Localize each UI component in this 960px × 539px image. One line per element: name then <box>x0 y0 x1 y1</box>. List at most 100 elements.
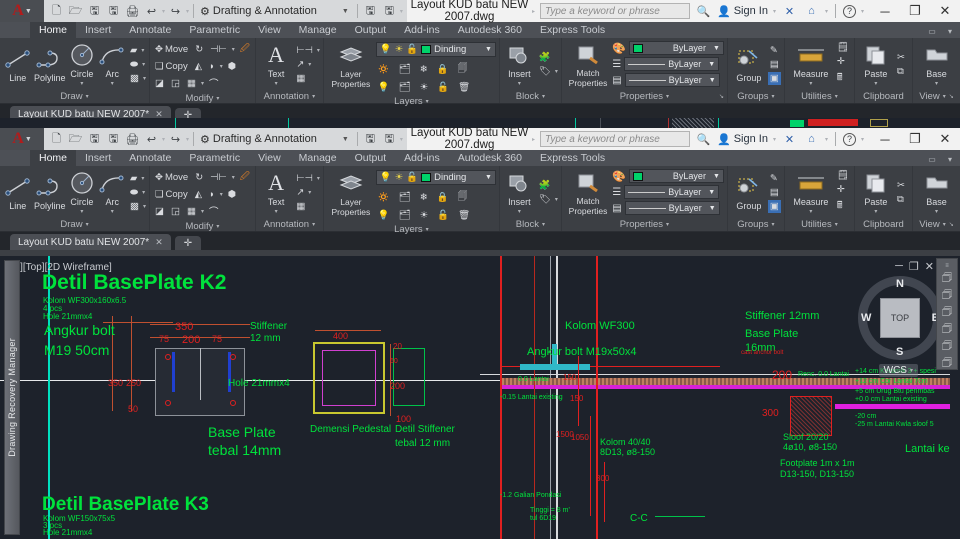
dimension-icon-front[interactable]: ⊢⊣ <box>294 172 315 185</box>
cad-dimension-14[interactable]: 350 <box>108 378 123 388</box>
sun-icon[interactable]: ☀ <box>395 44 404 55</box>
calculator-icon-front[interactable]: 🖩 <box>835 197 851 215</box>
circle-button-front[interactable]: Circle ▾ <box>67 170 96 215</box>
panel-annotation-title[interactable]: Annotation ▾ <box>256 90 323 103</box>
array-caret-icon[interactable]: ▾ <box>201 80 204 87</box>
scale-button-front[interactable]: ◲ <box>169 205 182 218</box>
view-cube-west-label[interactable]: W <box>861 312 871 324</box>
save-icon[interactable]: 🖫 <box>86 3 103 20</box>
match-properties-button-front[interactable]: Match Properties <box>565 169 611 216</box>
layer-color-swatch[interactable] <box>421 45 432 54</box>
ellipse-caret-icon[interactable]: ▾ <box>142 61 145 68</box>
lightbulb-icon-front[interactable]: 💡 <box>380 172 392 183</box>
circle-button[interactable]: Circle ▾ <box>67 42 96 87</box>
cad-label-27[interactable]: +0.0 cm Lantai existing <box>855 396 927 403</box>
base-caret-icon[interactable]: ▾ <box>935 80 938 87</box>
ribbon-minimize-icon-front[interactable]: ▭ <box>924 153 940 166</box>
search-dropdown-icon-front[interactable]: ▸ <box>532 136 535 143</box>
sign-in-button[interactable]: 👤 Sign In <box>717 5 768 18</box>
trim-caret-icon-front[interactable]: ▾ <box>232 174 235 181</box>
lineweight-selector[interactable]: ByLayer ▼ <box>624 73 720 87</box>
cad-label-4[interactable]: Angkur bolt <box>44 322 115 338</box>
redo-icon-front[interactable]: ↪ <box>167 131 184 148</box>
cad-label-25[interactable]: +12 cm Cor Lantai 7cm <box>855 378 928 385</box>
arc-button[interactable]: Arc ▾ <box>98 42 127 87</box>
view-cube-top-face[interactable]: TOP <box>880 298 920 338</box>
text-caret-icon-front[interactable]: ▾ <box>275 208 278 215</box>
chevron-down-icon-front[interactable]: ▼ <box>25 136 32 143</box>
layer-selector[interactable]: 💡 ☀ 🔓 Dinding ▼ <box>375 42 496 57</box>
leader-caret-icon[interactable]: ▾ <box>308 61 311 68</box>
copy-button[interactable]: ❏ Copy <box>153 60 190 73</box>
hatch-caret-icon-front[interactable]: ▾ <box>143 203 146 210</box>
layer-tools-row-1-front[interactable]: 🔅 🗂 ❄ 🔒 🗐 <box>376 188 496 206</box>
tab-output-front[interactable]: Output <box>346 150 396 166</box>
tab-autodesk-360[interactable]: Autodesk 360 <box>449 22 531 38</box>
layout-tab-front[interactable]: Layout KUD batu NEW 2007* ✕ <box>10 234 171 250</box>
layer-selector-front[interactable]: 💡 ☀ 🔓 Dinding ▼ <box>375 170 496 185</box>
viewport-window-controls[interactable]: ─ ❐ ✕ <box>895 260 934 273</box>
panel-groups-front[interactable]: Group ✎ ▤ ▣ Groups ▾ <box>728 166 785 231</box>
quick-select-icon-front[interactable]: 🗒 <box>835 169 851 182</box>
panel-draw[interactable]: Line Polyline Circle ▾ Arc ▾ ▰ ▾ ⬬ ▾ ▩ ▾… <box>0 38 150 103</box>
panel-view-title[interactable]: View ▾ ↘ <box>913 90 960 103</box>
floating-draworder-toolbar[interactable]: ≡ 🗇 🗇 🗇 🗇 🗇 🗇 <box>936 258 958 370</box>
text-to-front-icon[interactable]: 🗇 <box>939 339 955 353</box>
annotation-small-buttons[interactable]: ⊢⊣ ▾ ↗ ▾ ▦ <box>294 44 320 85</box>
utilities-small-buttons[interactable]: 🗒 ✛ 🖩 <box>835 41 851 87</box>
insert-caret-icon[interactable]: ▾ <box>518 80 521 87</box>
linetype-selector-front[interactable]: ByLayer ▼ <box>624 185 720 199</box>
utilities-panel-caret-icon-front[interactable]: ▾ <box>835 221 838 228</box>
panel-layers-front[interactable]: Layer Properties 💡 ☀ 🔓 Dinding ▼ 🔅 🗂 ❄ 🔒… <box>324 166 500 235</box>
group-edit-icon-front[interactable]: ▤ <box>768 186 781 199</box>
view-panel-caret-icon-front[interactable]: ▾ <box>943 221 946 228</box>
layer-on-icon-front[interactable]: 💡 <box>376 209 392 222</box>
new-layout-button-front[interactable]: ✛ <box>174 236 202 250</box>
exchange-apps-icon[interactable]: ✕ <box>781 3 798 20</box>
base-button[interactable]: Base ▾ <box>919 42 955 87</box>
autodesk-360-icon[interactable]: ⌂ <box>803 3 820 20</box>
linetype-caret-icon[interactable]: ▼ <box>708 61 715 68</box>
cut-icon[interactable]: ✂ <box>895 51 907 64</box>
cad-dimension-9[interactable]: 150 <box>563 373 576 382</box>
groups-small-buttons[interactable]: ✎ ▤ ▣ <box>767 44 781 85</box>
paste-button-front[interactable]: Paste ▾ <box>858 170 894 215</box>
copy-clip-icon[interactable]: ⧉ <box>895 65 907 78</box>
layer-dropdown-caret-icon[interactable]: ▼ <box>485 46 492 53</box>
create-block-icon-front[interactable]: 🧩 <box>537 179 558 192</box>
layer-lock-icon-front[interactable]: 🔒 <box>435 188 451 206</box>
title-bar-front[interactable]: A ▼ 🗋 🗁 🖫 🖫 🖨 ↩ ▾ ↪ ▾ ⚙ Drafting & Annotat… <box>0 127 960 151</box>
group-edit-icon[interactable]: ▤ <box>768 58 781 71</box>
cut-icon-front[interactable]: ✂ <box>895 179 907 192</box>
mirror-button[interactable]: ◭ <box>193 60 204 73</box>
open-icon-front[interactable]: 🗁 <box>67 131 84 148</box>
cad-label-17[interactable]: Hole 21mmx4 <box>43 528 92 537</box>
group-selection-toggle-icon-front[interactable]: ▣ <box>767 199 781 213</box>
cad-label-40[interactable]: tul 6D19 <box>530 515 556 522</box>
unlock-icon-front[interactable]: 🔓 <box>406 172 418 183</box>
edit-attribute-icon-front[interactable]: 🏷 <box>537 193 553 206</box>
hatch-icon-front[interactable]: ▩ <box>128 200 141 213</box>
search-icon-front[interactable]: 🔍 <box>695 131 712 148</box>
tab-manage-front[interactable]: Manage <box>290 150 346 166</box>
layer-freeze-icon[interactable]: ❄ <box>418 60 430 78</box>
fillet2-button[interactable]: ◗ <box>207 60 217 73</box>
groups-panel-caret-icon[interactable]: ▾ <box>771 93 774 100</box>
cad-dimension-6[interactable]: 100 <box>396 414 411 424</box>
rotate-button-front[interactable]: ↻ <box>193 171 205 184</box>
restore-button-front[interactable]: ❐ <box>900 128 930 150</box>
clipboard-small-buttons-front[interactable]: ✂ ⧉ <box>895 179 907 206</box>
cad-label-39[interactable]: Tinggi = 8 m' <box>530 507 570 514</box>
measure-button[interactable]: Measure ▾ <box>788 42 834 87</box>
help-icon-front[interactable]: ? <box>842 132 856 146</box>
panel-modify-title[interactable]: Modify ▾ <box>150 93 255 104</box>
ribbon-panels-front[interactable]: Line Polyline Circle ▾ Arc ▾ ▰ ▾ ⬬ ▾ ▩ ▾… <box>0 166 960 235</box>
groups-panel-caret-icon-front[interactable]: ▾ <box>771 221 774 228</box>
panel-clipboard-title-front[interactable]: Clipboard <box>855 218 912 231</box>
help-caret-icon-front[interactable]: ▾ <box>861 136 864 143</box>
modify-grid[interactable]: ✥ Move ↻ ⊣⊢ ▾ 🖉 ❏ Copy ◭ ◗ ▾ ⬢ ◪ ◲ ▦ ▾ ⌒ <box>153 40 252 91</box>
cad-label-36[interactable]: Sloof 20/20 <box>783 432 829 442</box>
restore-button[interactable]: ❐ <box>900 0 930 22</box>
properties-panel-caret-icon[interactable]: ▾ <box>666 93 669 100</box>
redo-caret-icon-front[interactable]: ▾ <box>186 136 189 143</box>
